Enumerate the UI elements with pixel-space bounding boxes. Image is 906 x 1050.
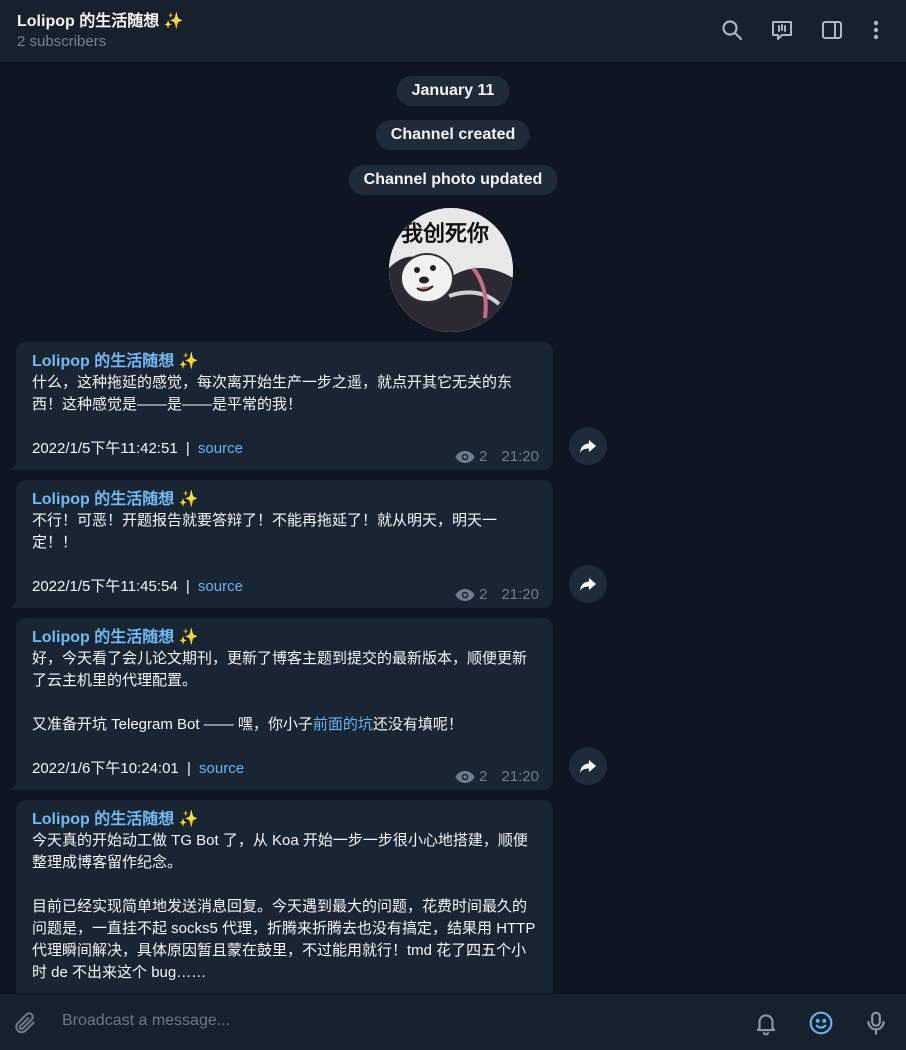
bell-icon[interactable] xyxy=(751,1008,781,1038)
attach-icon[interactable] xyxy=(10,1008,40,1038)
message-meta: 2 21:20 xyxy=(455,768,539,785)
message-time: 21:20 xyxy=(501,586,539,603)
message-bubble[interactable]: Lolipop 的生活随想 ✨ 今天真的开始动工做 TG Bot 了，从 Koa… xyxy=(16,800,553,993)
message-list[interactable]: January 11 Channel created Channel photo… xyxy=(0,63,906,993)
message-bubble[interactable]: Lolipop 的生活随想 ✨ 好，今天看了会儿论文期刊，更新了博客主题到提交的… xyxy=(9,618,553,790)
separator: | xyxy=(185,578,190,595)
composer: Broadcast a message... xyxy=(0,993,906,1050)
message-time: 21:20 xyxy=(501,768,539,785)
photo-caption: 我创死你 xyxy=(401,221,490,246)
search-icon[interactable] xyxy=(718,16,746,44)
emoji-icon[interactable] xyxy=(806,1008,836,1038)
view-count: 2 xyxy=(479,448,488,465)
message-time: 21:20 xyxy=(501,448,539,465)
source-link[interactable]: source xyxy=(198,440,243,457)
message-text-paragraph: 好，今天看了会儿论文期刊，更新了博客主题到提交的最新版本，顺便更新了云主机里的代… xyxy=(32,650,528,689)
message-author[interactable]: Lolipop 的生活随想 ✨ xyxy=(32,809,537,830)
chat-header: Lolipop 的生活随想 ✨ 2 subscribers xyxy=(0,0,906,63)
source-link[interactable]: source xyxy=(199,760,244,777)
eye-icon xyxy=(455,450,475,463)
separator: | xyxy=(186,760,191,777)
message-text: 什么，这种拖延的感觉，每次离开始生产一步之遥，就点开其它无关的东西！这种感觉是—… xyxy=(32,374,513,413)
message-meta: 2 21:20 xyxy=(455,448,539,465)
post-datetime: 2022/1/6下午10:24:01 xyxy=(32,760,179,777)
channel-photo[interactable]: 我创死你 xyxy=(389,208,513,332)
message-author[interactable]: Lolipop 的生活随想 ✨ xyxy=(32,351,537,372)
comments-icon[interactable] xyxy=(768,16,796,44)
message-text-paragraph: 又准备开坑 Telegram Bot —— 嘿，你小子前面的坑还没有填呢！ xyxy=(32,714,537,736)
source-link[interactable]: source xyxy=(198,578,243,595)
message-author[interactable]: Lolipop 的生活随想 ✨ xyxy=(32,489,537,510)
sidebar-toggle-icon[interactable] xyxy=(818,16,846,44)
share-icon xyxy=(580,440,596,453)
message-text-paragraph: 今天真的开始动工做 TG Bot 了，从 Koa 开始一步一步很小心地搭建，顺便… xyxy=(32,832,528,871)
separator: | xyxy=(185,440,190,457)
share-icon xyxy=(580,760,596,773)
eye-icon xyxy=(455,588,475,601)
post-datetime: 2022/1/5下午11:45:54 xyxy=(32,578,178,595)
message-text: 不行！可恶！开题报告就要答辩了！不能再拖延了！就从明天，明天一定！！ xyxy=(32,512,498,551)
share-button[interactable] xyxy=(569,427,607,465)
message-author[interactable]: Lolipop 的生活随想 ✨ xyxy=(32,627,537,648)
share-button[interactable] xyxy=(569,747,607,785)
inline-link[interactable]: 前面的坑 xyxy=(313,716,373,733)
view-count: 2 xyxy=(479,768,488,785)
eye-icon xyxy=(455,770,475,783)
message-meta: 2 21:20 xyxy=(455,586,539,603)
channel-title[interactable]: Lolipop 的生活随想 ✨ xyxy=(17,7,184,31)
share-icon xyxy=(580,578,596,591)
text-span: 还没有填呢！ xyxy=(372,716,463,733)
service-channel-created: Channel created xyxy=(375,120,531,150)
message-text-paragraph: 目前已经实现简单地发送消息回复。今天遇到最大的问题，花费时间最久的问题是，一直挂… xyxy=(32,898,540,981)
message-bubble[interactable]: Lolipop 的生活随想 ✨ 不行！可恶！开题报告就要答辩了！不能再拖延了！就… xyxy=(9,480,553,608)
share-button[interactable] xyxy=(569,565,607,603)
microphone-icon[interactable] xyxy=(861,1008,891,1038)
date-badge: January 11 xyxy=(396,76,510,106)
post-datetime: 2022/1/5下午11:42:51 xyxy=(32,440,178,457)
more-icon[interactable] xyxy=(862,16,890,44)
text-span: 又准备开坑 Telegram Bot —— 嘿，你小子 xyxy=(32,716,313,733)
message-bubble[interactable]: Lolipop 的生活随想 ✨ 什么，这种拖延的感觉，每次离开始生产一步之遥，就… xyxy=(9,342,553,470)
view-count: 2 xyxy=(479,586,488,603)
subscriber-count: 2 subscribers xyxy=(17,33,107,50)
message-input[interactable]: Broadcast a message... xyxy=(62,1012,230,1030)
service-photo-updated: Channel photo updated xyxy=(348,165,558,195)
